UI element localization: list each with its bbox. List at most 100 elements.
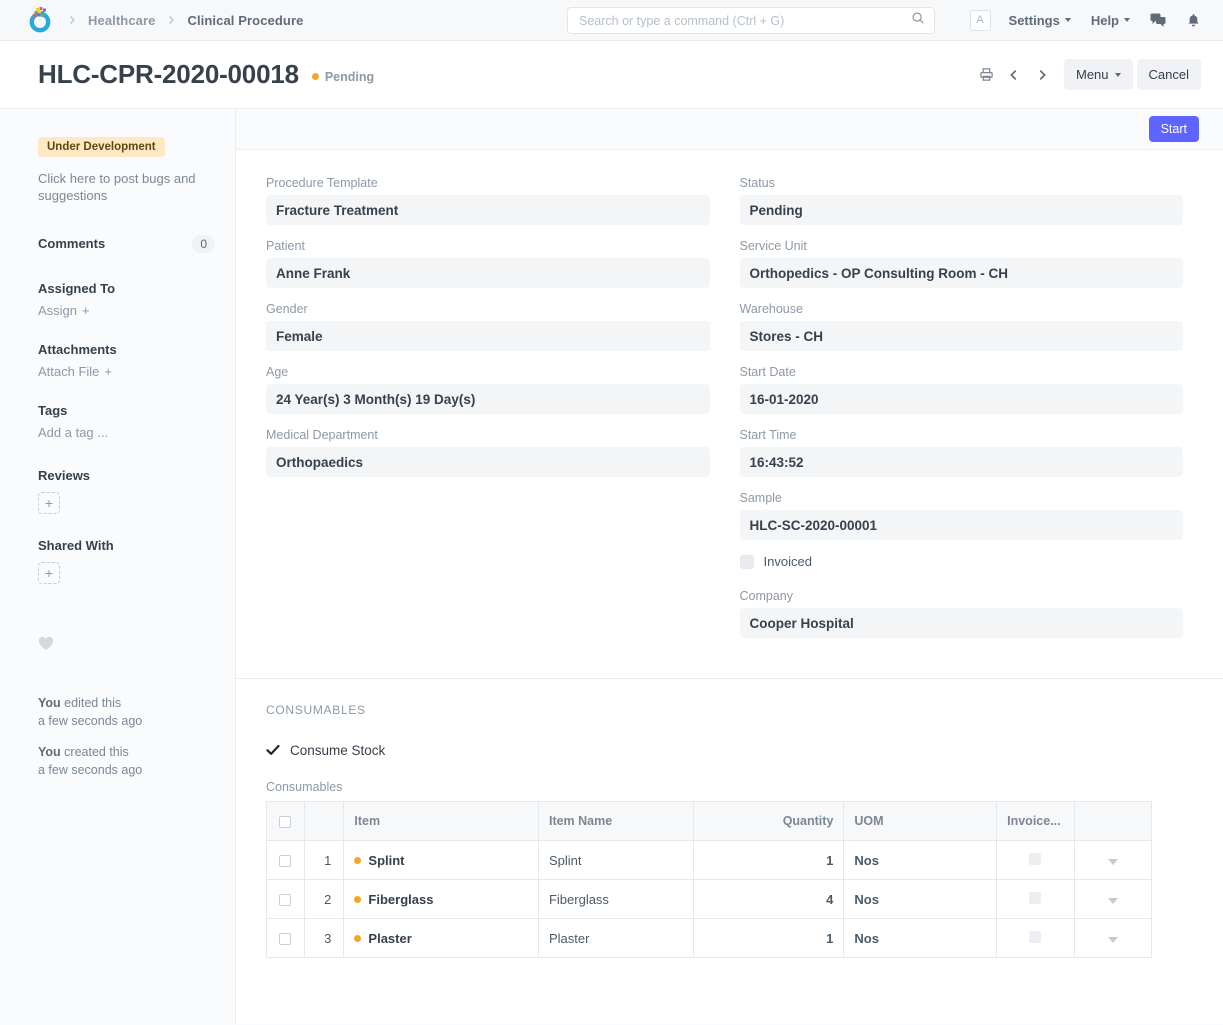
field-value[interactable]: 16:43:52 xyxy=(740,447,1184,477)
settings-menu[interactable]: Settings xyxy=(1001,9,1079,32)
row-select-cell[interactable] xyxy=(267,880,305,919)
add-shared-user-button[interactable]: + xyxy=(38,562,60,584)
help-label: Help xyxy=(1091,13,1119,28)
field-label: Start Time xyxy=(740,428,1184,442)
item-link[interactable]: Fiberglass xyxy=(354,892,433,907)
invoiced-checkbox[interactable] xyxy=(1029,853,1041,865)
cell-uom[interactable]: Nos xyxy=(844,919,997,958)
shared-with-label: Shared With xyxy=(38,538,215,553)
help-menu[interactable]: Help xyxy=(1083,9,1138,32)
page-header-actions: Menu Cancel xyxy=(974,59,1201,90)
table-row[interactable]: 2 Fiberglass Fiberglass 4 Nos xyxy=(267,880,1152,919)
chevron-down-icon[interactable] xyxy=(1108,859,1118,865)
cell-item[interactable]: Splint xyxy=(344,841,539,880)
field-start-date: Start Date 16-01-2020 xyxy=(740,365,1184,414)
field-company: Company Cooper Hospital xyxy=(740,589,1184,638)
chevron-down-icon[interactable] xyxy=(1108,898,1118,904)
field-invoiced[interactable]: Invoiced xyxy=(740,554,1184,569)
field-value[interactable]: 16-01-2020 xyxy=(740,384,1184,414)
cell-row-actions[interactable] xyxy=(1074,880,1151,919)
invoiced-checkbox[interactable] xyxy=(1029,892,1041,904)
assign-button[interactable]: Assign + xyxy=(38,303,215,318)
avatar[interactable]: A xyxy=(970,10,991,31)
item-link[interactable]: Plaster xyxy=(354,931,411,946)
cell-item-name[interactable]: Splint xyxy=(538,841,693,880)
item-link[interactable]: Splint xyxy=(354,853,404,868)
search-box[interactable] xyxy=(567,7,935,34)
consumables-table: Item Item Name Quantity UOM Invoice... 1 xyxy=(266,801,1152,958)
chevron-down-icon[interactable] xyxy=(1108,937,1118,943)
cell-item[interactable]: Fiberglass xyxy=(344,880,539,919)
cell-item-name[interactable]: Plaster xyxy=(538,919,693,958)
field-label: Company xyxy=(740,589,1184,603)
field-value[interactable]: Cooper Hospital xyxy=(740,608,1184,638)
activity-when: a few seconds ago xyxy=(38,763,142,777)
field-value[interactable]: 24 Year(s) 3 Month(s) 19 Day(s) xyxy=(266,384,710,414)
field-value[interactable]: Orthopedics - OP Consulting Room - CH xyxy=(740,258,1184,288)
add-tag-input[interactable]: Add a tag ... xyxy=(38,425,215,440)
row-checkbox[interactable] xyxy=(279,855,291,867)
field-label: Start Date xyxy=(740,365,1184,379)
status-badge: Pending xyxy=(312,70,374,84)
start-button[interactable]: Start xyxy=(1149,116,1199,142)
field-value[interactable]: Female xyxy=(266,321,710,351)
field-value[interactable]: Anne Frank xyxy=(266,258,710,288)
print-icon[interactable] xyxy=(974,61,998,89)
cancel-button[interactable]: Cancel xyxy=(1137,59,1201,90)
column-header-uom[interactable]: UOM xyxy=(844,802,997,841)
table-row[interactable]: 3 Plaster Plaster 1 Nos xyxy=(267,919,1152,958)
cell-quantity[interactable]: 4 xyxy=(693,880,844,919)
sidebar-item-comments[interactable]: Comments 0 xyxy=(38,235,215,253)
row-select-cell[interactable] xyxy=(267,919,305,958)
cell-quantity[interactable]: 1 xyxy=(693,919,844,958)
post-bugs-link[interactable]: Click here to post bugs and suggestions xyxy=(38,171,215,205)
field-consume-stock[interactable]: Consume Stock xyxy=(266,743,1183,758)
invoiced-checkbox[interactable] xyxy=(1029,931,1041,943)
chevron-left-icon[interactable] xyxy=(1002,61,1026,89)
search-input[interactable] xyxy=(577,13,911,29)
chevron-right-icon[interactable] xyxy=(1030,61,1054,89)
cell-item-name[interactable]: Fiberglass xyxy=(538,880,693,919)
field-medical-department: Medical Department Orthopaedics xyxy=(266,428,710,477)
row-select-cell[interactable] xyxy=(267,841,305,880)
search-icon[interactable] xyxy=(911,11,925,30)
select-all-header[interactable] xyxy=(267,802,305,841)
menu-button[interactable]: Menu xyxy=(1064,59,1133,90)
field-value[interactable]: Pending xyxy=(740,195,1184,225)
breadcrumb-item-clinical-procedure[interactable]: Clinical Procedure xyxy=(179,11,311,30)
field-label: Gender xyxy=(266,302,710,316)
row-checkbox[interactable] xyxy=(279,894,291,906)
cell-row-actions[interactable] xyxy=(1074,841,1151,880)
table-row[interactable]: 1 Splint Splint 1 Nos xyxy=(267,841,1152,880)
column-header-quantity[interactable]: Quantity xyxy=(693,802,844,841)
field-value[interactable]: Orthopaedics xyxy=(266,447,710,477)
cancel-button-label: Cancel xyxy=(1149,67,1189,82)
cell-invoiced[interactable] xyxy=(997,919,1074,958)
cell-invoiced[interactable] xyxy=(997,841,1074,880)
erpnext-logo-icon[interactable] xyxy=(26,6,54,34)
cell-item[interactable]: Plaster xyxy=(344,919,539,958)
attach-file-button[interactable]: Attach File + xyxy=(38,364,215,379)
chat-icon[interactable] xyxy=(1142,8,1174,32)
consume-stock-label: Consume Stock xyxy=(290,743,385,758)
column-header-invoiced[interactable]: Invoice... xyxy=(997,802,1074,841)
cell-row-actions[interactable] xyxy=(1074,919,1151,958)
heart-icon[interactable] xyxy=(38,636,54,655)
field-value[interactable]: Fracture Treatment xyxy=(266,195,710,225)
field-value[interactable]: HLC-SC-2020-00001 xyxy=(740,510,1184,540)
breadcrumb-item-healthcare[interactable]: Healthcare xyxy=(80,11,163,30)
select-all-checkbox[interactable] xyxy=(279,816,291,828)
cell-uom[interactable]: Nos xyxy=(844,880,997,919)
column-header-item[interactable]: Item xyxy=(344,802,539,841)
row-checkbox[interactable] xyxy=(279,933,291,945)
field-label: Warehouse xyxy=(740,302,1184,316)
column-header-item-name[interactable]: Item Name xyxy=(538,802,693,841)
cell-invoiced[interactable] xyxy=(997,880,1074,919)
add-review-button[interactable]: + xyxy=(38,492,60,514)
cell-quantity[interactable]: 1 xyxy=(693,841,844,880)
cell-uom[interactable]: Nos xyxy=(844,841,997,880)
invoiced-checkbox[interactable] xyxy=(740,555,754,569)
chevron-right-icon xyxy=(66,14,78,27)
field-value[interactable]: Stores - CH xyxy=(740,321,1184,351)
bell-icon[interactable] xyxy=(1178,9,1209,32)
